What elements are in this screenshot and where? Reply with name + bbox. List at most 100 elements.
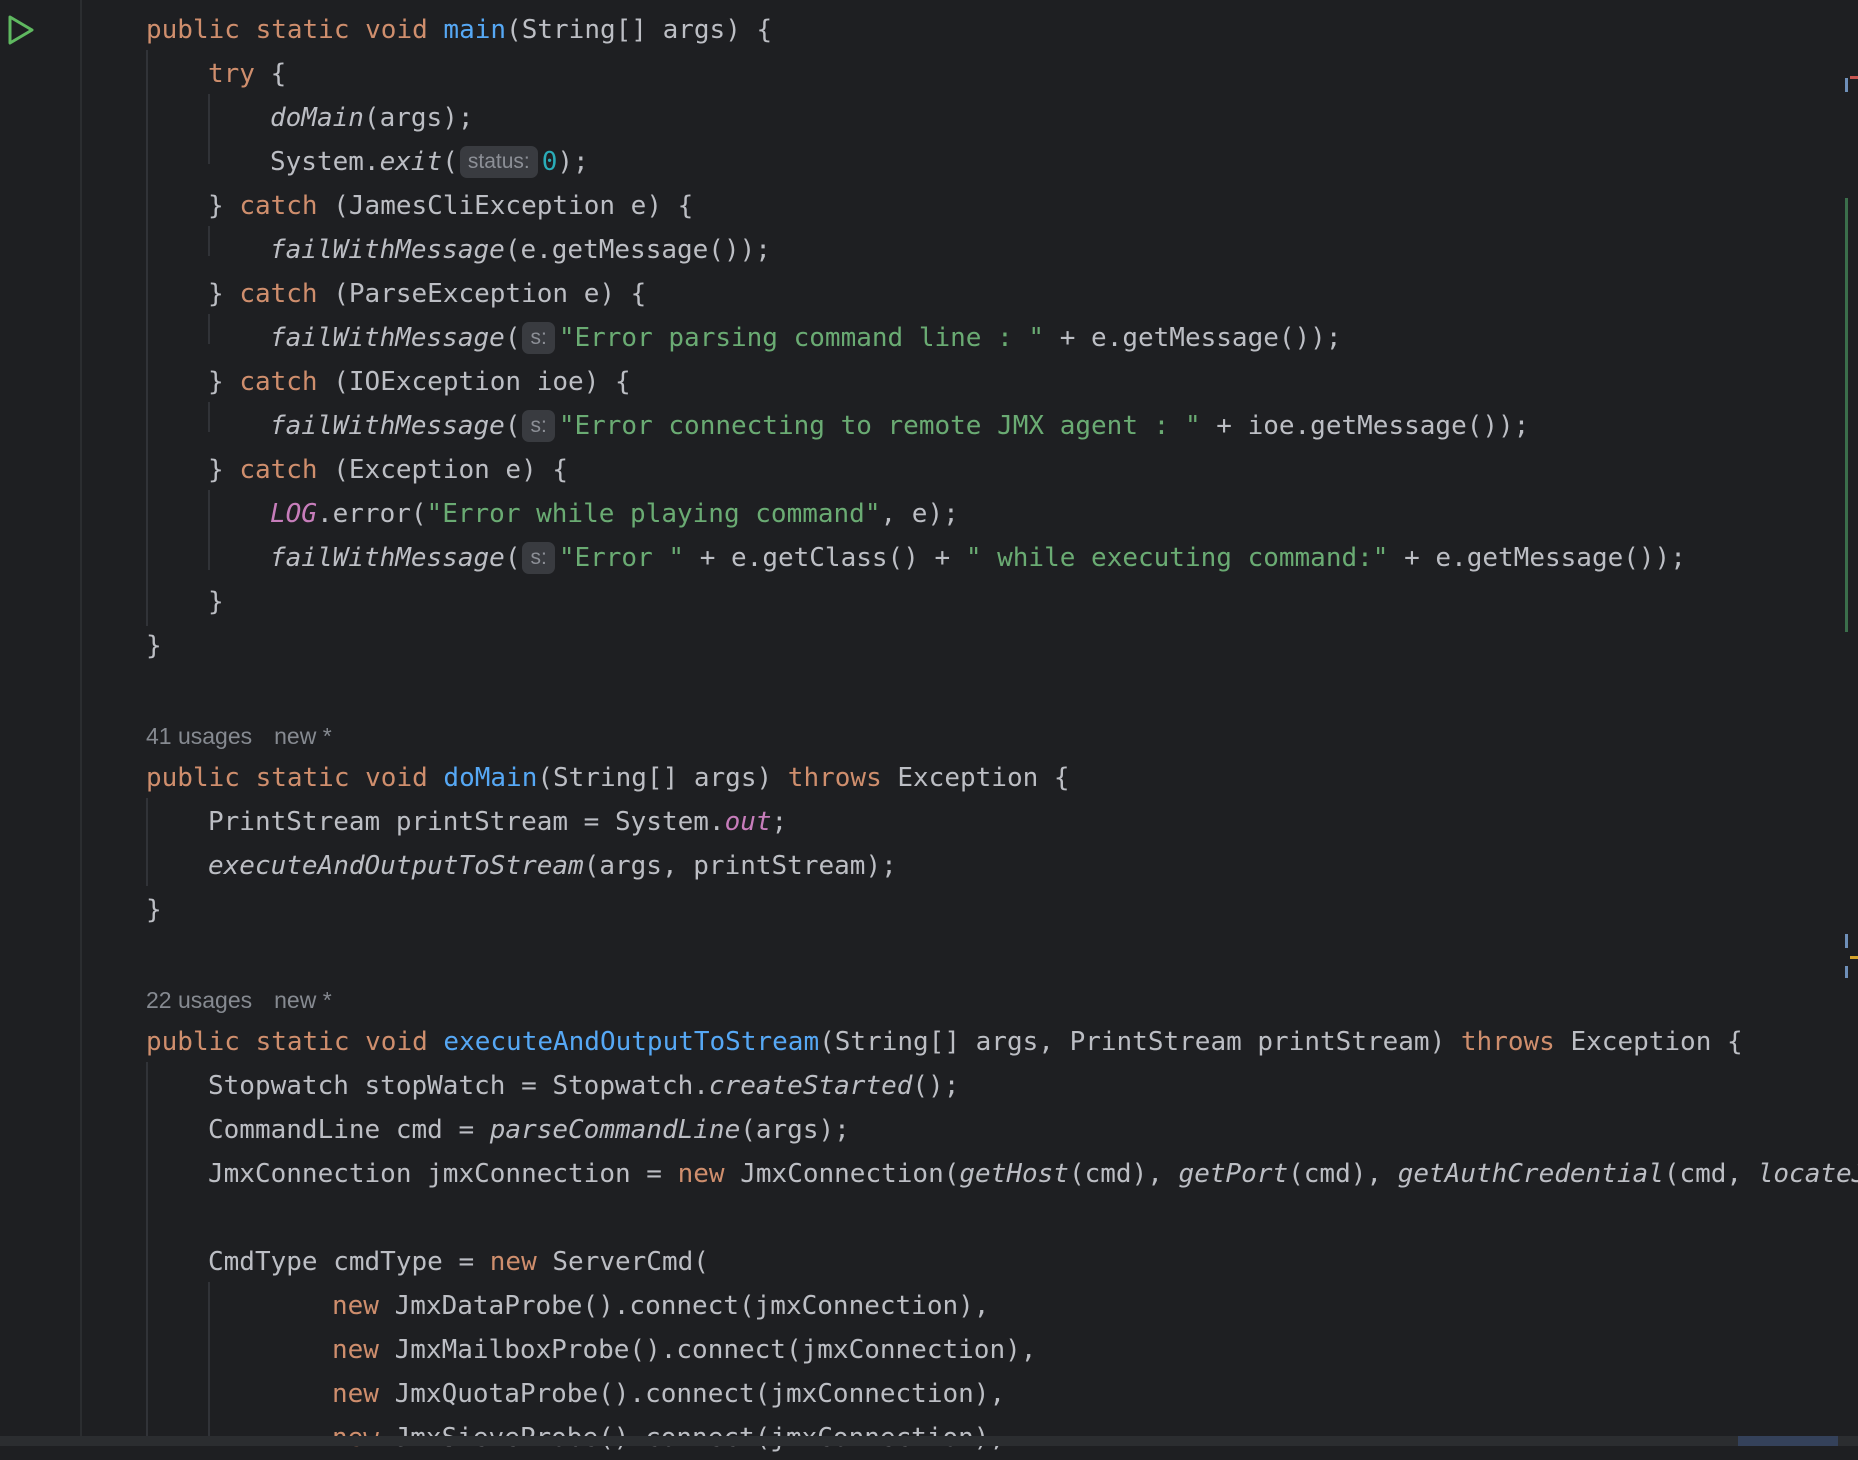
code-text: JmxConnection jmxConnection =	[208, 1159, 678, 1189]
method-call[interactable]: exit	[380, 147, 443, 177]
method-call[interactable]: createStarted	[709, 1071, 913, 1101]
method-call[interactable]: getHost	[959, 1159, 1069, 1189]
method-call[interactable]: getAuthCredential	[1398, 1159, 1664, 1189]
code-text: (	[504, 323, 521, 353]
method-name[interactable]: executeAndOutputToStream	[443, 1027, 819, 1057]
method-call[interactable]: doMain	[270, 103, 364, 133]
code-text: (cmd),	[1288, 1159, 1398, 1189]
static-field[interactable]: out	[725, 807, 772, 837]
method-call[interactable]: failWithMessage	[270, 543, 505, 573]
code-text: (	[442, 147, 458, 177]
code-text: CmdType cmdType =	[208, 1247, 490, 1277]
change-marker[interactable]	[1845, 78, 1848, 92]
method-name[interactable]: doMain	[443, 763, 537, 793]
code-line[interactable]: new JmxQuotaProbe().connect(jmxConnectio…	[332, 1372, 1005, 1416]
code-text: CommandLine cmd =	[208, 1115, 490, 1145]
code-line[interactable]: try {	[208, 52, 286, 96]
warning-marker[interactable]	[1850, 956, 1858, 959]
string-literal: "Error "	[558, 543, 685, 573]
usages-hint[interactable]: 41 usages new *	[146, 714, 354, 758]
code-editor[interactable]: public static void main(String[] args) {…	[146, 0, 1858, 1453]
code-text: JmxQuotaProbe().connect(jmxConnection),	[378, 1379, 1006, 1409]
code-text: (	[504, 411, 521, 441]
method-call[interactable]: executeAndOutputToStream	[208, 851, 584, 881]
code-line[interactable]: System.exit(status: 0);	[270, 140, 589, 184]
method-call[interactable]: failWithMessage	[270, 323, 505, 353]
keyword: throws	[1460, 1027, 1555, 1057]
code-text: {	[254, 59, 287, 89]
parameter-hint: s:	[522, 542, 555, 574]
code-line[interactable]: CommandLine cmd = parseCommandLine(args)…	[208, 1108, 850, 1152]
usages-hint[interactable]: 22 usages new *	[146, 978, 354, 1022]
error-marker[interactable]	[1850, 76, 1858, 79]
code-text: JmxConnection(	[724, 1159, 960, 1189]
code-line[interactable]: PrintStream printStream = System.out;	[208, 800, 787, 844]
change-marker[interactable]	[1845, 934, 1848, 948]
string-literal: "Error parsing command line : "	[558, 323, 1045, 353]
code-text: (String[] args)	[537, 763, 788, 793]
code-line[interactable]: JmxConnection jmxConnection = new JmxCon…	[208, 1152, 1858, 1196]
code-line[interactable]: public static void doMain(String[] args)…	[146, 756, 1070, 800]
scrollbar-thumb[interactable]	[1738, 1436, 1838, 1446]
code-line[interactable]: failWithMessage(s: "Error connecting to r…	[270, 404, 1529, 448]
code-line[interactable]: failWithMessage(e.getMessage());	[270, 228, 771, 272]
indent-guide	[208, 1282, 210, 1446]
code-text: (JamesCliException e) {	[317, 191, 694, 221]
code-line[interactable]: LOG.error("Error while playing command",…	[270, 492, 959, 536]
parameter-hint: status:	[459, 146, 538, 178]
code-line[interactable]: } catch (ParseException e) {	[208, 272, 646, 316]
number-literal: 0	[541, 147, 558, 177]
code-line[interactable]: new JmxMailboxProbe().connect(jmxConnect…	[332, 1328, 1036, 1372]
string-literal: "Error connecting to remote JMX agent : …	[558, 411, 1201, 441]
horizontal-scrollbar[interactable]	[0, 1436, 1858, 1446]
code-text: }	[208, 279, 240, 309]
code-line[interactable]: public static void executeAndOutputToStr…	[146, 1020, 1743, 1064]
author-tag[interactable]: new *	[274, 987, 332, 1013]
code-text: (	[504, 543, 521, 573]
code-line[interactable]: } catch (JamesCliException e) {	[208, 184, 693, 228]
usages-count[interactable]: 22 usages	[146, 987, 252, 1013]
run-play-icon[interactable]	[6, 14, 36, 46]
code-line[interactable]: } catch (Exception e) {	[208, 448, 568, 492]
code-text: }	[208, 455, 240, 485]
code-line[interactable]: CmdType cmdType = new ServerCmd(	[208, 1240, 709, 1284]
code-line[interactable]: } catch (IOException ioe) {	[208, 360, 631, 404]
code-line[interactable]: doMain(args);	[270, 96, 474, 140]
code-text: (cmd),	[1068, 1159, 1179, 1189]
keyword: new	[677, 1159, 725, 1189]
code-line[interactable]: }	[146, 888, 162, 932]
change-marker[interactable]	[1845, 966, 1848, 978]
usages-count[interactable]: 41 usages	[146, 723, 252, 749]
code-text: (String[] args, PrintStream printStream)	[819, 1027, 1461, 1057]
code-line[interactable]: failWithMessage(s: "Error parsing command…	[270, 316, 1342, 360]
code-text: + ioe.getMessage());	[1200, 411, 1530, 441]
method-call[interactable]: failWithMessage	[270, 411, 505, 441]
keyword: public static void	[146, 15, 444, 45]
code-text: (IOException ioe) {	[317, 367, 631, 397]
code-text: + e.getMessage());	[1388, 543, 1686, 573]
code-line[interactable]: }	[208, 580, 224, 624]
method-name[interactable]: main	[443, 15, 506, 45]
keyword: throws	[787, 763, 882, 793]
code-text: Stopwatch stopWatch = Stopwatch.	[208, 1071, 709, 1101]
method-call[interactable]: locateJ	[1758, 1159, 1858, 1189]
code-text: PrintStream printStream = System.	[208, 807, 725, 837]
code-line[interactable]: public static void main(String[] args) {	[146, 8, 772, 52]
indent-guide	[208, 402, 210, 432]
code-line[interactable]: failWithMessage(s: "Error " + e.getClass(…	[270, 536, 1686, 580]
code-line[interactable]: }	[146, 624, 162, 668]
parameter-hint: s:	[522, 322, 555, 354]
indent-guide	[146, 1062, 148, 1446]
static-field[interactable]: LOG	[270, 499, 317, 529]
code-line[interactable]: executeAndOutputToStream(args, printStre…	[208, 844, 897, 888]
code-line[interactable]: Stopwatch stopWatch = Stopwatch.createSt…	[208, 1064, 959, 1108]
method-call[interactable]: parseCommandLine	[490, 1115, 740, 1145]
code-text: );	[557, 147, 589, 177]
indent-guide	[208, 226, 210, 256]
method-call[interactable]: failWithMessage	[270, 235, 505, 265]
author-tag[interactable]: new *	[274, 723, 332, 749]
editor-gutter	[0, 0, 82, 1446]
change-marker[interactable]	[1845, 198, 1848, 632]
code-line[interactable]: new JmxDataProbe().connect(jmxConnection…	[332, 1284, 989, 1328]
method-call[interactable]: getPort	[1179, 1159, 1289, 1189]
